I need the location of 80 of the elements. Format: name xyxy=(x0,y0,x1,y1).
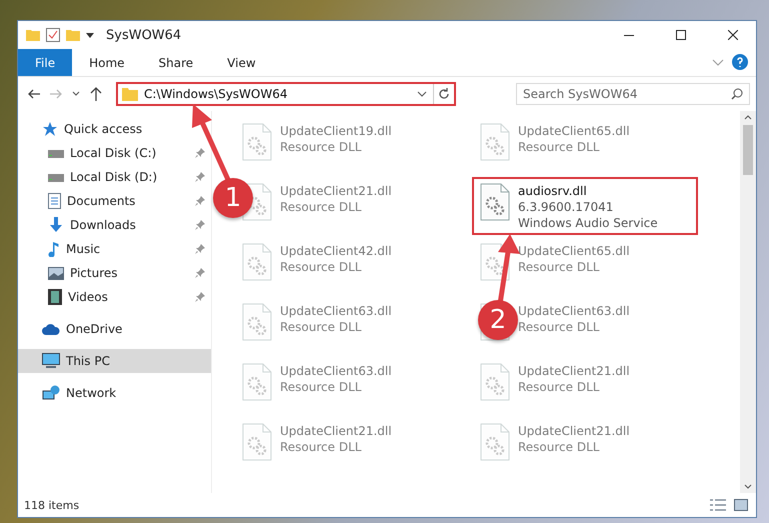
file-name[interactable]: UpdateClient42.dll xyxy=(280,243,392,259)
file-gears-icon xyxy=(242,423,272,461)
file-gears-icon xyxy=(242,303,272,341)
chevron-down-icon[interactable] xyxy=(72,91,80,97)
file-detail: Resource DLL xyxy=(518,439,600,455)
close-icon xyxy=(728,30,738,40)
file-name[interactable]: UpdateClient63.dll xyxy=(518,303,630,319)
nav-item[interactable]: Pictures xyxy=(18,261,211,285)
file-detail: Resource DLL xyxy=(518,319,600,335)
nav-item[interactable]: Videos xyxy=(18,285,211,309)
music-note-icon xyxy=(48,241,60,257)
folder-icon xyxy=(122,87,138,101)
back-arrow-icon[interactable] xyxy=(28,89,40,99)
file-gears-icon xyxy=(242,243,272,281)
ribbon-tab[interactable]: View xyxy=(210,49,273,76)
file-name[interactable]: UpdateClient63.dll xyxy=(280,303,392,319)
nav-item[interactable]: This PC xyxy=(18,349,211,373)
picture-icon xyxy=(48,266,64,280)
cloud-icon xyxy=(42,323,60,335)
search-field[interactable]: Search SysWOW64 xyxy=(516,83,750,105)
scrollbar[interactable] xyxy=(740,111,756,493)
file-gears-icon xyxy=(480,243,510,281)
scroll-thumb[interactable] xyxy=(743,125,753,175)
nav-item[interactable]: Quick access xyxy=(18,117,211,141)
file-gears-icon xyxy=(242,363,272,401)
nav-item[interactable]: Network xyxy=(18,381,211,405)
file-detail: Resource DLL xyxy=(518,139,600,155)
address-bar[interactable]: C:\Windows\SysWOW64 xyxy=(116,82,456,106)
nav-item[interactable]: Local Disk (C:) xyxy=(18,141,211,165)
document-icon xyxy=(48,193,61,209)
file-gears-icon xyxy=(242,123,272,161)
ribbon-tab[interactable]: Home xyxy=(72,49,142,76)
details-view-icon[interactable] xyxy=(710,499,726,511)
file-name[interactable]: UpdateClient21.dll xyxy=(518,363,630,379)
file-name[interactable]: UpdateClient19.dll xyxy=(280,123,392,139)
ribbon-tab[interactable]: File xyxy=(18,49,72,76)
file-name[interactable]: UpdateClient63.dll xyxy=(280,363,392,379)
file-detail: Resource DLL xyxy=(280,379,362,395)
chevron-down-icon[interactable] xyxy=(417,91,427,97)
file-gears-icon xyxy=(480,123,510,161)
nav-item[interactable]: Music xyxy=(18,237,211,261)
file-name[interactable]: UpdateClient65.dll xyxy=(518,243,630,259)
file-name[interactable]: UpdateClient65.dll xyxy=(518,123,630,139)
file-gears-icon xyxy=(480,423,510,461)
monitor-icon xyxy=(42,353,60,369)
nav-item[interactable]: OneDrive xyxy=(18,317,211,341)
file-detail: Resource DLL xyxy=(280,199,362,215)
file-name[interactable]: UpdateClient21.dll xyxy=(518,423,630,439)
drive-icon xyxy=(48,147,64,159)
file-detail: Resource DLL xyxy=(280,139,362,155)
file-detail: Resource DLL xyxy=(280,319,362,335)
download-arrow-icon xyxy=(48,217,64,233)
window-title: SysWOW64 xyxy=(106,28,182,42)
minimize-icon xyxy=(624,34,634,36)
file-gears-icon xyxy=(480,183,510,221)
film-icon xyxy=(48,289,62,305)
file-name[interactable]: UpdateClient21.dll xyxy=(280,183,392,199)
maximize-icon xyxy=(676,30,686,40)
properties-icon[interactable] xyxy=(46,28,60,42)
file-gears-icon xyxy=(480,363,510,401)
file-detail: Resource DLL xyxy=(518,379,600,395)
search-icon xyxy=(731,88,743,100)
ribbon-tab[interactable]: Share xyxy=(142,49,210,76)
nav-item[interactable]: Local Disk (D:) xyxy=(18,165,211,189)
file-detail: Resource DLL xyxy=(518,259,600,275)
file-detail: Windows Audio Service xyxy=(518,215,658,231)
caret-icon[interactable] xyxy=(86,31,94,39)
file-detail: 6.3.9600.17041 xyxy=(518,199,614,215)
file-detail: Resource DLL xyxy=(280,439,362,455)
file-name[interactable]: audiosrv.dll xyxy=(518,183,658,199)
network-icon xyxy=(42,385,60,401)
star-icon xyxy=(42,121,58,137)
up-arrow-icon[interactable] xyxy=(90,87,102,101)
nav-item[interactable]: Documents xyxy=(18,189,211,213)
file-detail: Resource DLL xyxy=(280,259,362,275)
file-name[interactable]: UpdateClient21.dll xyxy=(280,423,392,439)
drive-icon xyxy=(48,171,64,183)
item-count: 118 items xyxy=(24,498,80,512)
thumbnail-view-icon[interactable] xyxy=(734,499,748,511)
nav-item[interactable]: Downloads xyxy=(18,213,211,237)
